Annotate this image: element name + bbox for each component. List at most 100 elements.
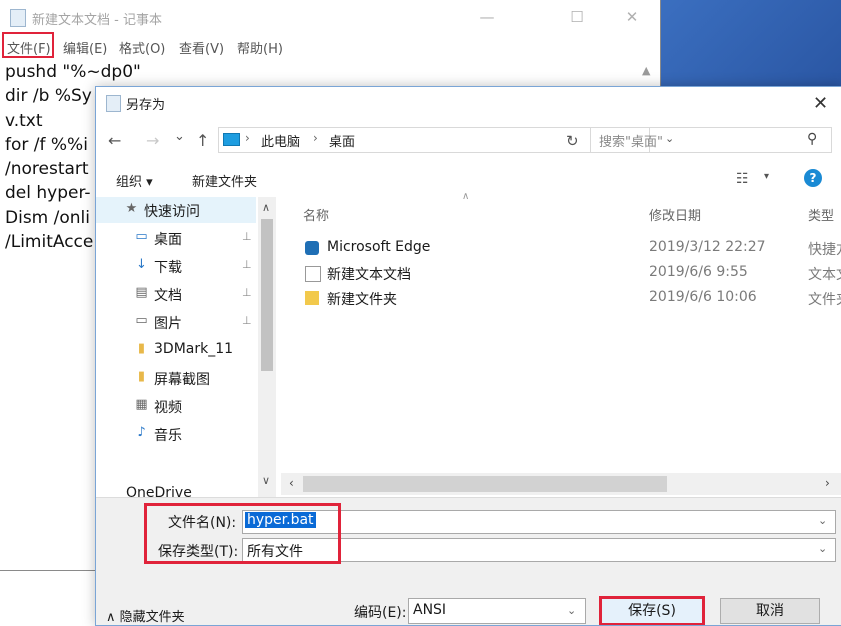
file-type: 文件夹 <box>808 292 841 308</box>
file-row[interactable]: 新建文本文档 2019/6/6 9:55 文本文 <box>301 262 841 286</box>
pin-icon[interactable]: ⊥ <box>242 314 252 327</box>
notepad-icon <box>10 9 26 27</box>
close-button[interactable]: ✕ <box>617 6 647 28</box>
nav-scroll-thumb[interactable] <box>261 219 273 371</box>
scroll-up-icon[interactable]: ∧ <box>262 201 270 214</box>
view-options-icon[interactable]: ☷ <box>736 171 749 187</box>
nav-item-label: 桌面 <box>154 232 182 248</box>
edge-icon <box>305 241 319 255</box>
text-line: pushd "%~dp0" <box>5 62 141 82</box>
file-row[interactable]: Microsoft Edge 2019/3/12 22:27 快捷方 <box>301 237 841 261</box>
chevron-down-icon[interactable]: ⌄ <box>818 514 827 527</box>
nav-item-entry[interactable]: ▤ 文档 ⊥ <box>96 281 256 307</box>
star-icon: ★ <box>125 201 138 216</box>
file-type: 文本文 <box>808 267 841 283</box>
save-as-dialog: 另存为 ✕ ← → ⌄ ↑ › 此电脑 › 桌面 ⌄ ↻ 搜索"桌面" ⚲ 组织… <box>95 86 841 626</box>
pin-icon[interactable]: ⊥ <box>242 230 252 243</box>
hide-folders-button[interactable]: ∧ 隐藏文件夹 <box>106 606 185 625</box>
scroll-left-icon[interactable]: ‹ <box>289 476 294 490</box>
folder-icon: ▮ <box>137 369 146 384</box>
view-dropdown-icon[interactable]: ▾ <box>764 171 769 182</box>
desktop-icon: ▭ <box>135 229 148 244</box>
close-icon[interactable]: ✕ <box>813 93 828 114</box>
desktop-background <box>660 0 841 90</box>
folder-icon: ▮ <box>137 341 146 356</box>
breadcrumb-desktop[interactable]: 桌面 <box>329 131 355 150</box>
file-date: 2019/3/12 22:27 <box>649 239 766 255</box>
scroll-up-icon[interactable]: ▲ <box>642 64 650 77</box>
recent-locations-button[interactable]: ⌄ <box>174 129 185 144</box>
forward-button[interactable]: → <box>146 131 159 150</box>
nav-item-entry[interactable]: ↓ 下载 ⊥ <box>96 253 256 279</box>
encoding-value: ANSI <box>413 602 447 618</box>
scroll-right-icon[interactable]: › <box>825 476 830 490</box>
notepad-title: 新建文本文档 - 记事本 <box>32 13 162 28</box>
horizontal-scroll-thumb[interactable] <box>303 476 667 492</box>
search-box[interactable]: 搜索"桌面" ⚲ <box>590 127 832 153</box>
music-icon: ♪ <box>137 425 146 440</box>
video-icon: ▦ <box>135 397 148 412</box>
scroll-down-icon[interactable]: ∨ <box>262 474 270 487</box>
nav-item-entry[interactable]: ▮ 屏幕截图 <box>96 365 256 391</box>
chevron-down-icon[interactable]: ⌄ <box>818 542 827 555</box>
breadcrumb-separator[interactable]: › <box>313 131 318 145</box>
nav-item-entry[interactable]: ▭ 图片 ⊥ <box>96 309 256 335</box>
save-highlight-box <box>599 596 705 625</box>
breadcrumb-separator[interactable]: › <box>245 131 250 145</box>
pin-icon[interactable]: ⊥ <box>242 286 252 299</box>
fields-highlight-box <box>144 503 341 564</box>
nav-item-entry[interactable]: ▦ 视频 <box>96 393 256 419</box>
picture-icon: ▭ <box>135 313 148 328</box>
file-type: 快捷方 <box>808 242 841 258</box>
encoding-select[interactable]: ANSI ⌄ <box>408 598 586 624</box>
file-date: 2019/6/6 9:55 <box>649 264 748 280</box>
horizontal-scrollbar[interactable]: ‹ › <box>281 473 841 495</box>
file-name: Microsoft Edge <box>327 239 431 255</box>
text-file-icon <box>305 266 321 282</box>
up-button[interactable]: ↑ <box>196 131 209 150</box>
dialog-title: 另存为 <box>126 98 166 113</box>
file-menu-highlight-box <box>2 32 54 58</box>
cancel-button[interactable]: 取消 <box>720 598 820 624</box>
nav-item-entry[interactable]: ♪ 音乐 <box>96 421 256 447</box>
menu-format[interactable]: 格式(O) <box>119 38 165 57</box>
breadcrumb-this-pc[interactable]: 此电脑 <box>261 131 300 150</box>
back-button[interactable]: ← <box>108 131 121 150</box>
nav-item-entry[interactable]: ▮ 3DMark_11 <box>96 337 256 363</box>
file-name: 新建文件夹 <box>327 292 397 308</box>
menu-view[interactable]: 查看(V) <box>179 38 224 57</box>
column-header-type[interactable]: 类型 <box>808 205 834 224</box>
minimize-button[interactable]: — <box>472 6 502 28</box>
file-row[interactable]: 新建文件夹 2019/6/6 10:06 文件夹 <box>301 287 841 311</box>
column-header-date[interactable]: 修改日期 <box>649 205 701 224</box>
organize-button[interactable]: 组织 ▾ <box>116 171 153 190</box>
menu-edit[interactable]: 编辑(E) <box>63 38 107 57</box>
nav-item-quick-access[interactable]: ★ 快速访问 <box>96 197 256 223</box>
search-icon[interactable]: ⚲ <box>807 131 817 147</box>
file-date: 2019/6/6 10:06 <box>649 289 757 305</box>
save-options-panel: 文件名(N): hyper.bat ⌄ 保存类型(T): 所有文件 ⌄ ∧ 隐藏… <box>96 497 841 625</box>
encoding-label: 编码(E): <box>354 605 407 621</box>
nav-item-label: 文档 <box>154 288 182 304</box>
folder-icon <box>305 291 319 305</box>
file-name: 新建文本文档 <box>327 267 411 283</box>
nav-item-label: 下载 <box>154 260 182 276</box>
maximize-button[interactable]: ☐ <box>562 6 592 28</box>
navigation-pane: ★ 快速访问 ▭ 桌面 ⊥ ↓ 下载 ⊥ ▤ 文档 ⊥ ▭ 图片 ⊥ ▮ 3DMark_11 ▮ 屏幕截图 ▦ 视频 ♪… <box>96 197 281 497</box>
refresh-icon[interactable]: ↻ <box>566 132 579 150</box>
help-icon[interactable]: ? <box>804 169 822 187</box>
notepad-menu-bar: 文件(F) 编辑(E) 格式(O) 查看(V) 帮助(H) <box>0 34 660 58</box>
sort-indicator-icon: ∧ <box>462 191 470 202</box>
nav-item-label: 音乐 <box>154 428 182 444</box>
column-header-name[interactable]: 名称 <box>303 205 329 224</box>
chevron-down-icon[interactable]: ⌄ <box>567 604 576 617</box>
pin-icon[interactable]: ⊥ <box>242 258 252 271</box>
new-folder-button[interactable]: 新建文件夹 <box>192 171 257 190</box>
nav-item-label: 快速访问 <box>144 204 200 220</box>
address-bar[interactable]: › 此电脑 › 桌面 ⌄ <box>218 127 674 153</box>
nav-item-label: 屏幕截图 <box>154 372 210 388</box>
nav-item-entry[interactable]: ▭ 桌面 ⊥ <box>96 225 256 251</box>
notepad-title-bar[interactable]: 新建文本文档 - 记事本 — ☐ ✕ <box>0 0 660 34</box>
document-icon: ▤ <box>135 285 148 300</box>
menu-help[interactable]: 帮助(H) <box>237 38 283 57</box>
